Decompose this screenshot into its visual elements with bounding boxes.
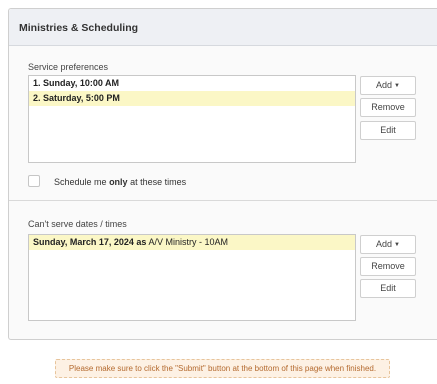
cant-serve-list[interactable]: Sunday, March 17, 2024 as A/V Ministry -… (28, 234, 356, 321)
list-item-label: 1. Sunday, 10:00 AM (33, 78, 120, 88)
schedule-only-checkbox[interactable] (28, 175, 40, 187)
service-preferences-remove-button[interactable]: Remove (360, 98, 416, 117)
cant-serve-date: Sunday, March 17, 2024 (33, 237, 134, 247)
add-button-label: Add (376, 80, 393, 90)
service-preferences-list[interactable]: 1. Sunday, 10:00 AM 2. Saturday, 5:00 PM (28, 75, 356, 163)
submit-reminder-notice: Please make sure to click the "Submit" b… (55, 359, 390, 378)
add-button-label: Add (376, 239, 393, 249)
remove-button-label: Remove (371, 102, 405, 112)
ministries-scheduling-panel: Ministries & Scheduling Service preferen… (8, 8, 437, 340)
checkbox-label-after: at these times (130, 177, 187, 187)
list-item[interactable]: 1. Sunday, 10:00 AM (29, 76, 355, 91)
cant-serve-as: as (136, 237, 147, 247)
edit-button-label: Edit (380, 125, 396, 135)
cant-serve-ministry: A/V Ministry - 10AM (148, 237, 228, 247)
chevron-down-icon: ▼ (394, 83, 400, 89)
section-divider (9, 200, 437, 201)
cant-serve-label: Can't serve dates / times (28, 219, 127, 229)
cant-serve-add-button[interactable]: Add ▼ (360, 235, 416, 254)
chevron-down-icon: ▼ (394, 242, 400, 248)
list-item[interactable]: 2. Saturday, 5:00 PM (29, 91, 355, 106)
service-preferences-label: Service preferences (28, 62, 109, 72)
checkbox-label-before: Schedule me (54, 177, 107, 187)
schedule-only-label: Schedule me only at these times (54, 177, 186, 187)
edit-button-label: Edit (380, 283, 396, 293)
list-item-label: 2. Saturday, 5:00 PM (33, 93, 120, 103)
cant-serve-edit-button[interactable]: Edit (360, 279, 416, 298)
service-preferences-edit-button[interactable]: Edit (360, 121, 416, 140)
checkbox-label-bold: only (109, 177, 128, 187)
cant-serve-remove-button[interactable]: Remove (360, 257, 416, 276)
list-item[interactable]: Sunday, March 17, 2024 as A/V Ministry -… (29, 235, 355, 250)
panel-title: Ministries & Scheduling (19, 22, 139, 34)
panel-header: Ministries & Scheduling (9, 9, 437, 46)
service-preferences-add-button[interactable]: Add ▼ (360, 76, 416, 95)
remove-button-label: Remove (371, 261, 405, 271)
